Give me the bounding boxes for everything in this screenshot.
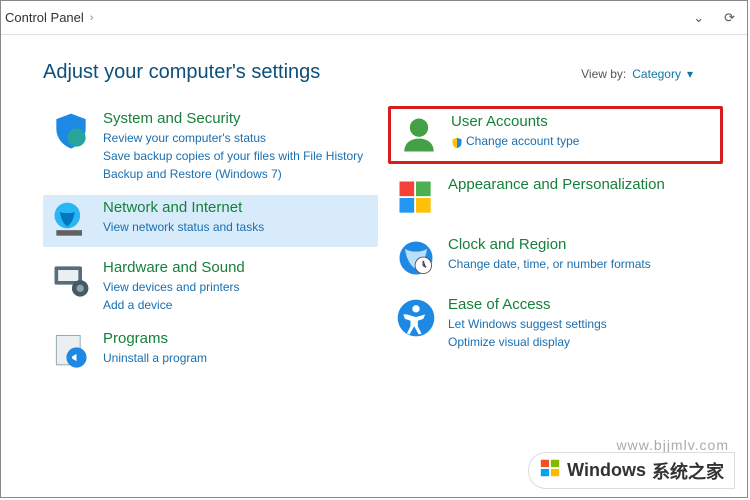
category-title[interactable]: Programs — [103, 330, 207, 347]
view-by-selector[interactable]: View by: Category ▾ — [581, 67, 693, 81]
category-ease-of-access[interactable]: Ease of Access Let Windows suggest setti… — [388, 292, 723, 355]
category-system-security[interactable]: System and Security Review your computer… — [43, 106, 378, 187]
category-title[interactable]: Clock and Region — [448, 236, 651, 253]
system-security-icon — [49, 110, 93, 154]
category-clock-region[interactable]: Clock and Region Change date, time, or n… — [388, 232, 723, 284]
category-user-accounts[interactable]: User Accounts Change account type — [388, 106, 723, 164]
view-by-value[interactable]: Category — [632, 67, 681, 81]
category-title[interactable]: Ease of Access — [448, 296, 607, 313]
category-title[interactable]: Network and Internet — [103, 199, 264, 216]
category-title[interactable]: User Accounts — [451, 113, 579, 130]
clock-region-icon — [394, 236, 438, 280]
category-title[interactable]: Appearance and Personalization — [448, 176, 665, 193]
category-appearance-personalization[interactable]: Appearance and Personalization — [388, 172, 723, 224]
link-network-status[interactable]: View network status and tasks — [103, 218, 264, 236]
chevron-down-icon[interactable]: ⌄ — [693, 10, 704, 26]
watermark-url: www.bjjmlv.com — [616, 437, 729, 453]
link-review-status[interactable]: Review your computer's status — [103, 129, 363, 147]
link-backup-restore[interactable]: Backup and Restore (Windows 7) — [103, 165, 363, 183]
windows-logo-icon — [539, 457, 561, 484]
category-programs[interactable]: Programs Uninstall a program — [43, 326, 378, 378]
link-uninstall-program[interactable]: Uninstall a program — [103, 349, 207, 367]
category-title[interactable]: System and Security — [103, 110, 363, 127]
breadcrumb[interactable]: Control Panel › — [5, 10, 693, 25]
page-title: Adjust your computer's settings — [43, 61, 320, 84]
category-hardware-sound[interactable]: Hardware and Sound View devices and prin… — [43, 255, 378, 318]
refresh-icon[interactable]: ⟳ — [724, 10, 735, 26]
user-accounts-icon — [397, 113, 441, 157]
link-add-device[interactable]: Add a device — [103, 296, 245, 314]
view-by-label: View by: — [581, 67, 626, 81]
hardware-sound-icon — [49, 259, 93, 303]
category-network-internet[interactable]: Network and Internet View network status… — [43, 195, 378, 247]
link-date-time-formats[interactable]: Change date, time, or number formats — [448, 255, 651, 273]
chevron-right-icon: › — [90, 12, 94, 24]
link-optimize-display[interactable]: Optimize visual display — [448, 333, 607, 351]
programs-icon — [49, 330, 93, 374]
link-suggest-settings[interactable]: Let Windows suggest settings — [448, 315, 607, 333]
network-internet-icon — [49, 199, 93, 243]
breadcrumb-root[interactable]: Control Panel — [5, 10, 84, 25]
ease-of-access-icon — [394, 296, 438, 340]
link-change-account-type[interactable]: Change account type — [451, 132, 579, 150]
link-file-history[interactable]: Save backup copies of your files with Fi… — [103, 147, 363, 165]
appearance-icon — [394, 176, 438, 220]
link-devices-printers[interactable]: View devices and printers — [103, 278, 245, 296]
uac-shield-icon — [451, 136, 463, 148]
category-title[interactable]: Hardware and Sound — [103, 259, 245, 276]
dropdown-caret-icon: ▾ — [687, 67, 693, 81]
watermark-brand: Windows 系统之家 — [528, 452, 735, 489]
